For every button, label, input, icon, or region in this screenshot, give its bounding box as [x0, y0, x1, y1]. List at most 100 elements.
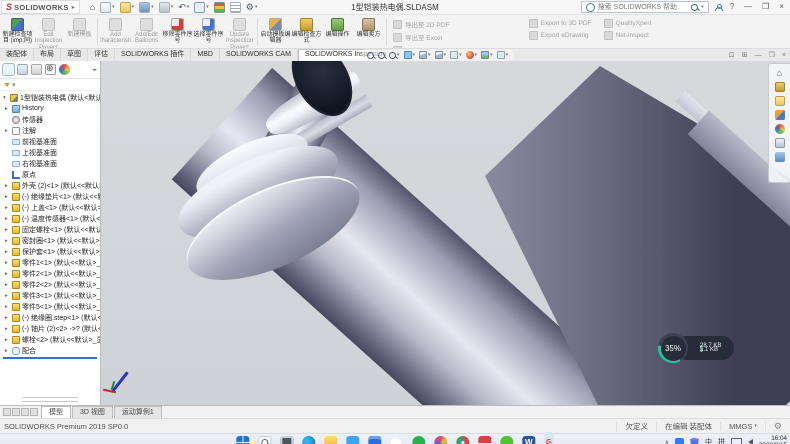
tab-assembly[interactable]: 装配体	[0, 49, 34, 61]
options-button[interactable]: ⚙▾	[246, 2, 258, 12]
volume-icon[interactable]	[748, 439, 753, 444]
add-characteristic-button[interactable]: Add Characteristic	[100, 16, 131, 48]
menu-flyout-icon[interactable]: ▸	[72, 4, 75, 11]
file-properties-button[interactable]	[230, 2, 241, 13]
tab-motion-study[interactable]: 运动算例1	[114, 406, 162, 418]
doc-cascade-icon[interactable]: ⊡	[729, 51, 735, 59]
add-edit-balloons-button[interactable]: Add/Edit Balloons	[131, 16, 162, 48]
search-icon[interactable]	[691, 4, 698, 11]
security-shield-icon[interactable]	[690, 438, 699, 444]
dimxpertmanager-tab-icon[interactable]	[45, 64, 56, 75]
doc-minimize-button[interactable]: —	[755, 52, 762, 59]
edit-appearance-button[interactable]: ▾	[466, 51, 478, 59]
mail-icon[interactable]	[346, 436, 359, 444]
edit-operations-button[interactable]: 编辑操作	[322, 16, 353, 48]
new-template-button[interactable]: 新建模板	[64, 16, 95, 48]
tree-filter-row[interactable]: ▾	[0, 79, 100, 91]
tree-item-annotations[interactable]: ▸注解	[0, 125, 100, 136]
graphics-area[interactable]: ⌂ 28.7 KB 5.1 KB 35%	[100, 61, 790, 405]
tree-item[interactable]: ▸零件5<1> (默认<<默认>_显示状态	[0, 301, 100, 312]
qualityxpert[interactable]: QualityXpert	[604, 19, 652, 28]
tab-mbd[interactable]: MBD	[191, 49, 220, 61]
tab-scroll-buttons[interactable]	[0, 408, 41, 418]
export-edrawing[interactable]: Export eDrawing	[529, 31, 592, 40]
tree-item[interactable]: ▸螺栓<2> (默认<<默认>_显示状态	[0, 334, 100, 345]
tree-item[interactable]: ▸(-) 温度传感器<1> (默认<<默认>_	[0, 213, 100, 224]
weather-icon[interactable]	[390, 436, 403, 444]
tree-item[interactable]: ▸保护套<1> (默认<<默认>_显示状	[0, 246, 100, 257]
tree-item-origin[interactable]: 原点	[0, 169, 100, 180]
tree-root-assembly[interactable]: ▾1型铠装热电偶 (默认<默认_显示状态-1	[0, 92, 100, 103]
hide-show-items-button[interactable]: ▾	[450, 51, 462, 59]
tree-item-right-plane[interactable]: 右视基准面	[0, 158, 100, 169]
edit-vendors-button[interactable]: 编辑卖方	[353, 16, 384, 48]
tab-sw-addins[interactable]: SOLIDWORKS 插件	[115, 49, 191, 61]
tree-item[interactable]: ▸密封圈<1> (默认<<默认>_显示状	[0, 235, 100, 246]
export-3d-pdf[interactable]: Export to 3D PDF	[529, 19, 592, 28]
tab-sw-cam[interactable]: SOLIDWORKS CAM	[220, 49, 298, 61]
rebuild-button[interactable]	[214, 2, 225, 13]
ime-mode-indicator[interactable]: 中	[705, 437, 712, 444]
appearances-scenes-icon[interactable]	[775, 124, 785, 134]
view-settings-button[interactable]: ▾	[497, 51, 509, 59]
tree-item[interactable]: ▸(-) 绝缘圈.step<1> (默认<<默认>	[0, 312, 100, 323]
chevron-down-icon[interactable]: ▾	[701, 4, 704, 10]
minimize-button[interactable]: —	[742, 1, 754, 13]
display-style-button[interactable]: ▾	[435, 51, 447, 59]
solidworks-taskbar-icon[interactable]: S	[546, 439, 551, 444]
displaymanager-tab-icon[interactable]	[59, 64, 70, 75]
microsoft-store-icon[interactable]	[368, 436, 381, 444]
view-palette-icon[interactable]	[775, 110, 785, 120]
ime-lang-indicator[interactable]: 拼	[718, 437, 725, 444]
status-options-button[interactable]: ⚙	[765, 421, 790, 432]
select-balloons-button[interactable]: 选择零件序号	[193, 16, 224, 48]
tree-item[interactable]: ▸(-) 铀片 (2)<2> ->? (默认<<默认>	[0, 323, 100, 334]
units-selector[interactable]: MMGS▾	[720, 422, 765, 431]
tree-item[interactable]: ▸零件3<1> (默认<<默认>_显示状态	[0, 290, 100, 301]
tree-item[interactable]: ▸零件1<1> (默认<<默认>_显示状态	[0, 257, 100, 268]
edit-inspection-methods-button[interactable]: 编辑检查方式	[291, 16, 322, 48]
active-app-indicator[interactable]: S	[544, 432, 553, 444]
home-button[interactable]: ⌂	[90, 2, 95, 12]
net-inspect[interactable]: Net-Inspect	[604, 31, 652, 40]
update-inspection-project-button[interactable]: Update Inspection Project	[224, 16, 255, 48]
tree-item-top-plane[interactable]: 上视基准面	[0, 147, 100, 158]
tab-sketch[interactable]: 草图	[61, 49, 88, 61]
propertymanager-tab-icon[interactable]	[17, 64, 28, 75]
green-app-icon[interactable]	[412, 436, 425, 444]
chrome-icon[interactable]	[456, 436, 469, 444]
tree-item[interactable]: ▸外壳 (2)<1> (默认<<默认>_显示状	[0, 180, 100, 191]
word-icon[interactable]: W	[522, 436, 535, 444]
launch-template-editor-button[interactable]: 启动模板编辑器	[260, 16, 291, 48]
solidworks-logo[interactable]: S SOLIDWORKS ▸	[1, 0, 80, 14]
panel-tab-scroll-icons[interactable]: ◂▸	[92, 67, 97, 73]
design-library-icon[interactable]	[775, 82, 785, 92]
books-app-icon[interactable]	[478, 436, 491, 444]
zoom-to-fit-button[interactable]	[367, 52, 374, 59]
tree-item[interactable]: ▸零件2<1> (默认<<默认>_显示状态	[0, 268, 100, 279]
featuremanager-tree-tab-icon[interactable]	[3, 64, 14, 75]
configurationmanager-tab-icon[interactable]	[31, 64, 42, 75]
tab-model[interactable]: 模型	[41, 406, 71, 418]
tree-item-history[interactable]: ▸History	[0, 103, 100, 114]
custom-properties-icon[interactable]	[775, 138, 785, 148]
search-input[interactable]: 搜索 SOLIDWORKS 帮助 ▾	[581, 1, 709, 13]
start-button[interactable]	[236, 436, 249, 444]
new-inspection-project-button[interactable]: 新建检查项目 (imp;同)	[2, 16, 33, 48]
task-view-button[interactable]	[280, 436, 293, 444]
doc-restore-button[interactable]: ❐	[769, 51, 775, 59]
previous-view-button[interactable]: ▾	[389, 52, 400, 59]
edge-icon[interactable]	[302, 436, 315, 444]
tree-item-mates[interactable]: ▸配合	[0, 345, 100, 356]
rollback-bar[interactable]	[3, 357, 97, 359]
browser-colorwheel-icon[interactable]	[434, 436, 447, 444]
clock[interactable]: 16:04 2022/8/15	[759, 435, 787, 444]
tree-item[interactable]: ▸(-) 上盖<1> (默认<<默认>_显示状	[0, 202, 100, 213]
edit-inspection-project-button[interactable]: Edit Inspection Project	[33, 16, 64, 48]
view-orientation-button[interactable]: ▾	[419, 51, 431, 59]
apply-scene-button[interactable]: ▾	[481, 51, 493, 59]
login-user-icon[interactable]	[715, 4, 722, 11]
tree-item-front-plane[interactable]: 前视基准面	[0, 136, 100, 147]
undo-button[interactable]: ↶▾	[178, 2, 189, 12]
cast-display-icon[interactable]	[731, 438, 742, 444]
